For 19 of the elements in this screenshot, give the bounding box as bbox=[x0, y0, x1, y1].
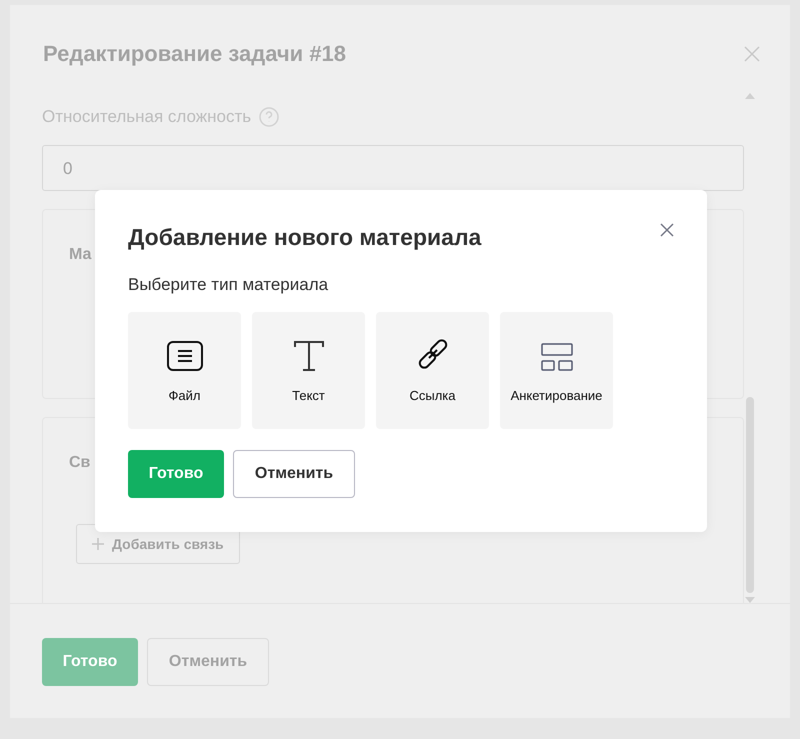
layout-icon bbox=[540, 343, 572, 371]
scroll-down-icon[interactable] bbox=[745, 597, 755, 603]
scroll-up-icon[interactable] bbox=[745, 93, 755, 99]
plus-icon bbox=[92, 538, 104, 550]
text-icon bbox=[292, 341, 324, 371]
material-type-tile[interactable]: Текст bbox=[252, 312, 365, 429]
material-type-tile[interactable]: Ссылка bbox=[376, 312, 489, 429]
cancel-button[interactable]: Отменить bbox=[233, 450, 355, 498]
section-heading: Ма bbox=[69, 246, 92, 264]
help-icon[interactable] bbox=[259, 107, 280, 127]
close-icon[interactable] bbox=[660, 223, 674, 237]
material-type-tile[interactable]: Файл bbox=[128, 312, 241, 429]
dialog-title: Редактирование задачи #18 bbox=[43, 41, 346, 67]
scroll-thumb[interactable] bbox=[746, 397, 754, 593]
modal-title: Добавление нового материала bbox=[128, 224, 482, 251]
document-icon bbox=[166, 341, 202, 371]
modal-subtitle: Выберите тип материала bbox=[128, 275, 330, 295]
section-heading: Св bbox=[69, 454, 90, 472]
material-type-tile[interactable]: Анкетирование bbox=[500, 312, 613, 429]
